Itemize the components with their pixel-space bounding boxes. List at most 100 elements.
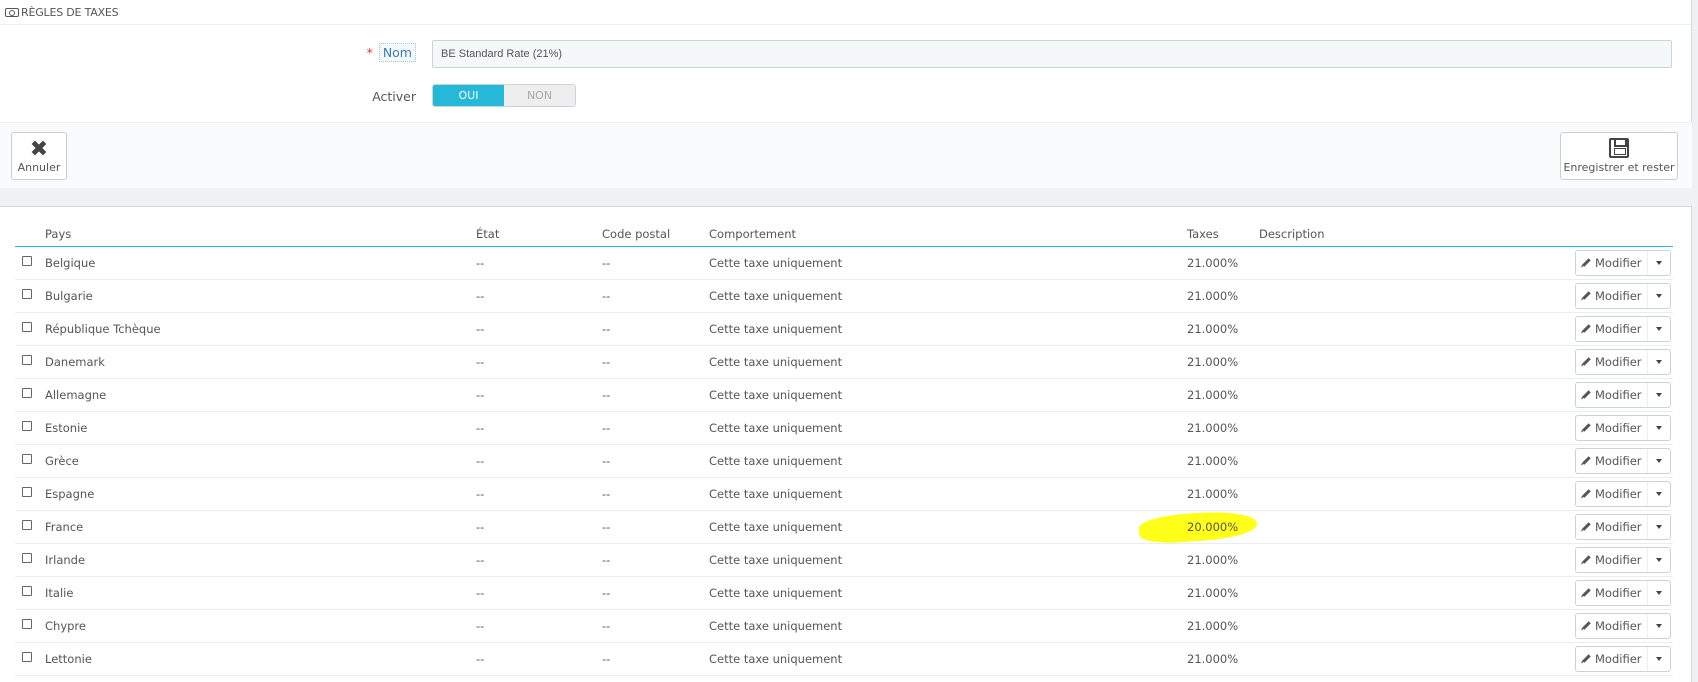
row-checkbox[interactable] xyxy=(22,420,32,431)
cell-code-postal: -- xyxy=(602,444,709,478)
header-description[interactable]: Description xyxy=(1259,223,1575,247)
save-label: Enregistrer et rester xyxy=(1563,161,1675,174)
tax-rules-table: Pays État Code postal Comportement Taxes… xyxy=(15,223,1673,676)
tax-value: 21.000% xyxy=(1187,354,1239,369)
pencil-icon xyxy=(1582,324,1591,333)
modify-button[interactable]: Modifier xyxy=(1576,382,1648,407)
modify-label: Modifier xyxy=(1595,585,1642,600)
name-input[interactable] xyxy=(432,40,1672,68)
table-row: Allemagne -- -- Cette taxe uniquement 21.000… xyxy=(15,378,1673,412)
table-row: Danemark -- -- Cette taxe uniquement 21.000%… xyxy=(15,345,1673,379)
row-checkbox[interactable] xyxy=(22,519,32,530)
header-code-postal[interactable]: Code postal xyxy=(602,223,709,247)
chevron-down-icon[interactable] xyxy=(1648,426,1670,430)
cell-taxes: 21.000% xyxy=(1187,444,1259,478)
cell-pays: Lettonie xyxy=(45,642,476,676)
row-checkbox[interactable] xyxy=(22,651,32,662)
pencil-icon xyxy=(1582,456,1591,465)
cell-description xyxy=(1259,543,1575,577)
row-checkbox[interactable] xyxy=(22,255,32,266)
row-checkbox[interactable] xyxy=(22,387,32,398)
cell-description xyxy=(1259,246,1575,280)
chevron-down-icon[interactable] xyxy=(1648,261,1670,265)
table-row: Belgique -- -- Cette taxe uniquement 21.000%… xyxy=(15,246,1673,280)
pencil-icon xyxy=(1582,654,1591,663)
modify-button[interactable]: Modifier xyxy=(1576,448,1648,473)
header-taxes[interactable]: Taxes xyxy=(1187,223,1259,247)
modify-button[interactable]: Modifier xyxy=(1576,349,1648,374)
cell-code-postal: -- xyxy=(602,543,709,577)
toggle-yes[interactable]: OUI xyxy=(433,85,504,106)
modify-label: Modifier xyxy=(1595,288,1642,303)
table-header-row: Pays État Code postal Comportement Taxes… xyxy=(15,223,1673,247)
cell-taxes: 21.000% xyxy=(1187,609,1259,643)
cancel-button[interactable]: ✖ Annuler xyxy=(11,132,67,180)
cell-taxes: 21.000% xyxy=(1187,411,1259,445)
modify-label: Modifier xyxy=(1595,387,1642,402)
cell-comportement: Cette taxe uniquement xyxy=(709,543,1187,577)
cell-code-postal: -- xyxy=(602,411,709,445)
modify-label: Modifier xyxy=(1595,354,1642,369)
cell-taxes: 21.000% xyxy=(1187,576,1259,610)
row-checkbox[interactable] xyxy=(22,288,32,299)
chevron-down-icon[interactable] xyxy=(1648,591,1670,595)
modify-button[interactable]: Modifier xyxy=(1576,316,1648,341)
modify-label: Modifier xyxy=(1595,420,1642,435)
row-checkbox[interactable] xyxy=(22,354,32,365)
cell-comportement: Cette taxe uniquement xyxy=(709,279,1187,313)
modify-button[interactable]: Modifier xyxy=(1576,547,1648,572)
chevron-down-icon[interactable] xyxy=(1648,525,1670,529)
modify-button[interactable]: Modifier xyxy=(1576,415,1648,440)
cell-pays: Espagne xyxy=(45,477,476,511)
modify-button[interactable]: Modifier xyxy=(1576,580,1648,605)
modify-button[interactable]: Modifier xyxy=(1576,481,1648,506)
cell-description xyxy=(1259,510,1575,544)
modify-button[interactable]: Modifier xyxy=(1576,514,1648,539)
cell-pays: France xyxy=(45,510,476,544)
row-checkbox[interactable] xyxy=(22,618,32,629)
row-checkbox[interactable] xyxy=(22,321,32,332)
chevron-down-icon[interactable] xyxy=(1648,657,1670,661)
table-row: Chypre -- -- Cette taxe uniquement 21.000% Mo… xyxy=(15,609,1673,643)
modify-button[interactable]: Modifier xyxy=(1576,646,1648,671)
pencil-icon xyxy=(1582,357,1591,366)
row-checkbox[interactable] xyxy=(22,453,32,464)
cell-description xyxy=(1259,609,1575,643)
toggle-no[interactable]: NON xyxy=(504,85,575,106)
row-checkbox[interactable] xyxy=(22,585,32,596)
active-toggle[interactable]: OUI NON xyxy=(432,84,576,107)
row-checkbox[interactable] xyxy=(22,486,32,497)
save-and-stay-button[interactable]: Enregistrer et rester xyxy=(1560,132,1678,180)
cell-pays: Allemagne xyxy=(45,378,476,412)
cell-etat: -- xyxy=(476,312,602,346)
header-comportement[interactable]: Comportement xyxy=(709,223,1187,247)
modify-button[interactable]: Modifier xyxy=(1576,283,1648,308)
header-pays[interactable]: Pays xyxy=(45,223,476,247)
tax-value: 21.000% xyxy=(1187,618,1239,633)
chevron-down-icon[interactable] xyxy=(1648,558,1670,562)
modify-label: Modifier xyxy=(1595,651,1642,666)
cell-pays: Irlande xyxy=(45,543,476,577)
chevron-down-icon[interactable] xyxy=(1648,327,1670,331)
chevron-down-icon[interactable] xyxy=(1648,360,1670,364)
cell-taxes: 21.000% xyxy=(1187,246,1259,280)
cell-etat: -- xyxy=(476,246,602,280)
modify-button-group: Modifier xyxy=(1575,315,1671,342)
chevron-down-icon[interactable] xyxy=(1648,294,1670,298)
cell-taxes: 21.000% xyxy=(1187,543,1259,577)
chevron-down-icon[interactable] xyxy=(1648,459,1670,463)
chevron-down-icon[interactable] xyxy=(1648,624,1670,628)
header-etat[interactable]: État xyxy=(476,223,602,247)
table-row: France -- -- Cette taxe uniquement 20.000% Mo… xyxy=(15,510,1673,544)
tax-rules-list-panel: Pays État Code postal Comportement Taxes… xyxy=(0,206,1692,682)
cell-taxes: 20.000% xyxy=(1187,510,1259,544)
cell-code-postal: -- xyxy=(602,312,709,346)
chevron-down-icon[interactable] xyxy=(1648,492,1670,496)
chevron-down-icon[interactable] xyxy=(1648,393,1670,397)
row-checkbox[interactable] xyxy=(22,552,32,563)
table-row: Estonie -- -- Cette taxe uniquement 21.000% M… xyxy=(15,411,1673,445)
cell-comportement: Cette taxe uniquement xyxy=(709,609,1187,643)
modify-button[interactable]: Modifier xyxy=(1576,250,1648,275)
close-icon: ✖ xyxy=(29,136,49,162)
modify-button[interactable]: Modifier xyxy=(1576,613,1648,638)
